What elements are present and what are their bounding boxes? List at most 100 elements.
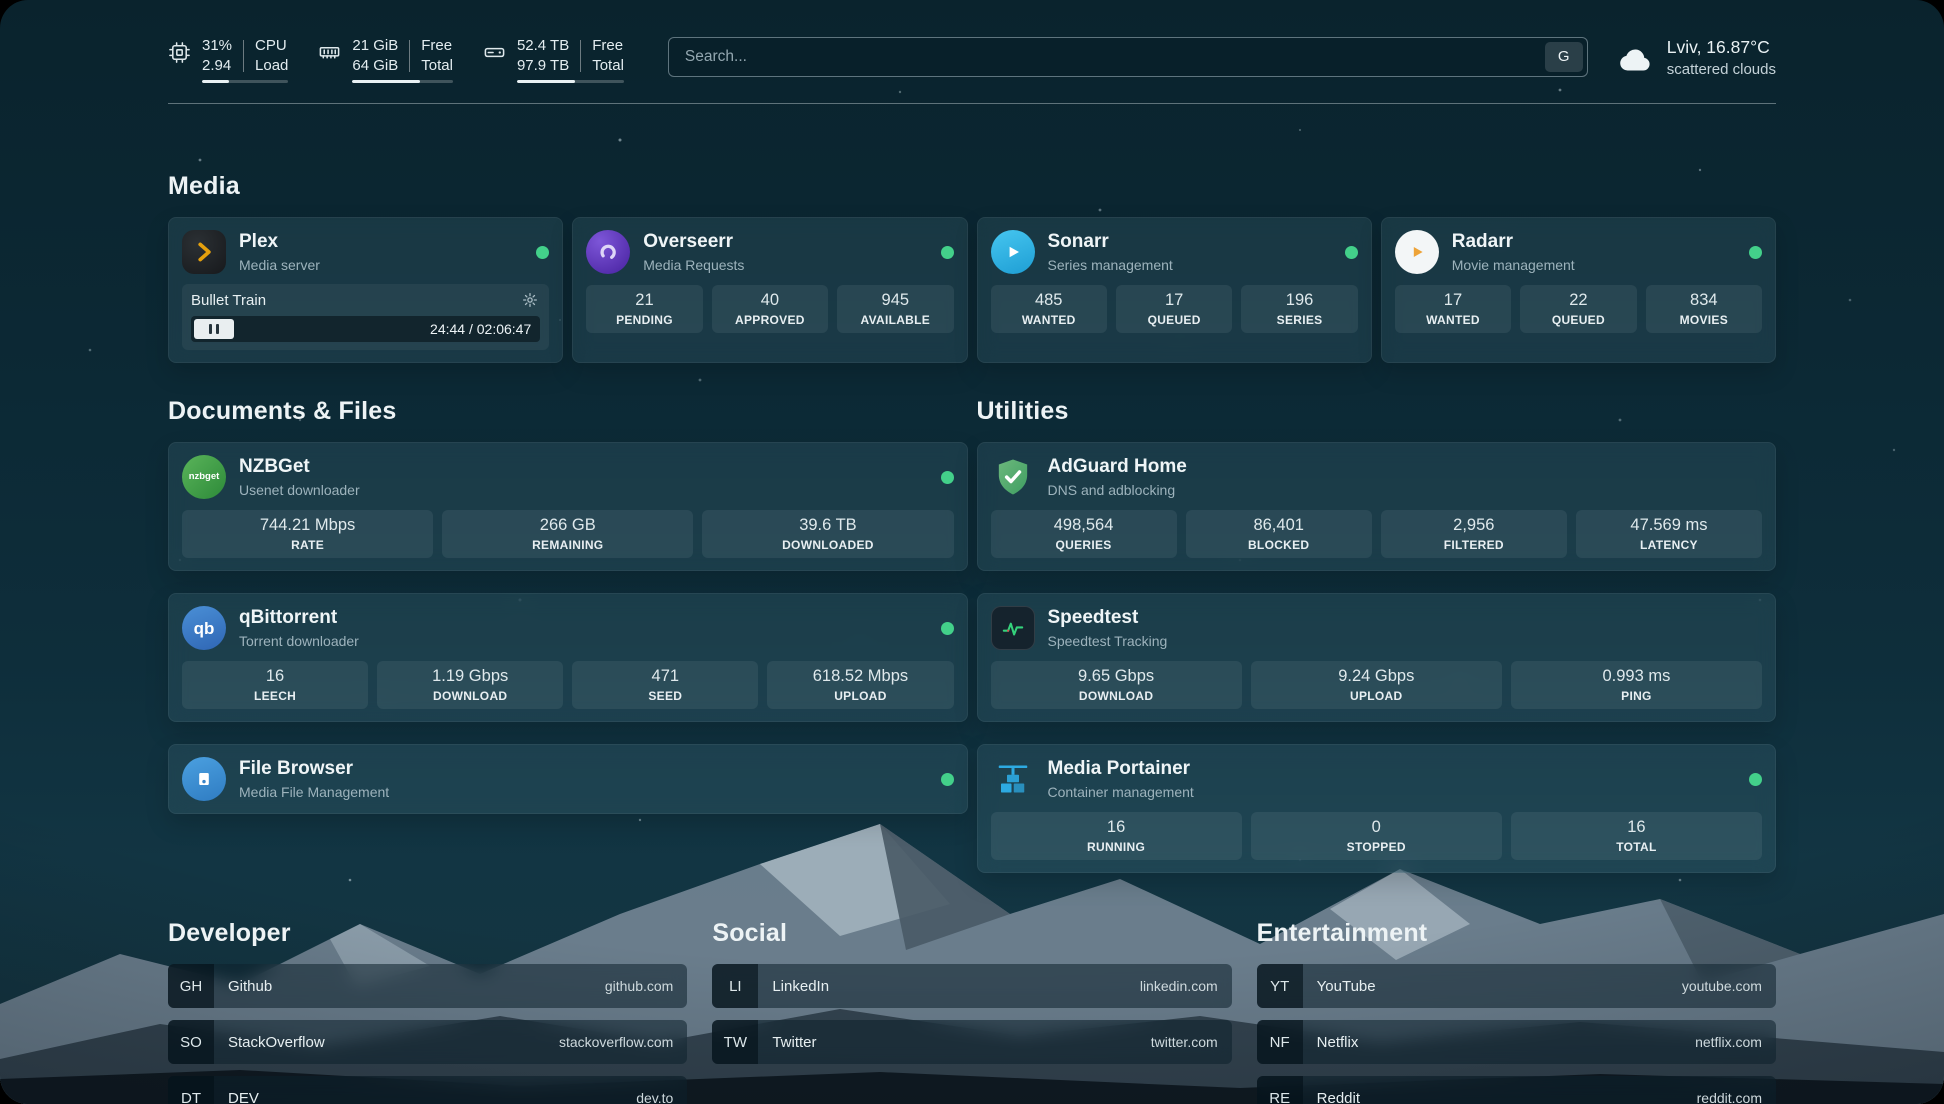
stat-value: 2,956: [1385, 516, 1563, 535]
app-card-adguard[interactable]: AdGuard Home DNS and adblocking 498,564 …: [977, 442, 1777, 571]
nzbget-icon: nzbget: [182, 455, 226, 499]
stat-box: 16 LEECH: [182, 661, 368, 709]
link-netflix[interactable]: NF Netflix netflix.com: [1257, 1020, 1776, 1064]
hard-drive-icon: [483, 41, 506, 64]
link-url: stackoverflow.com: [559, 1034, 687, 1050]
radarr-icon: [1395, 230, 1439, 274]
stat-box: 266 GB REMAINING: [442, 510, 693, 558]
app-card-plex[interactable]: Plex Media server Bullet Train: [168, 217, 563, 363]
stat-label: REMAINING: [446, 538, 689, 552]
stat-value: 266 GB: [446, 516, 689, 535]
top-bar: 31% 2.94 CPU Load: [168, 36, 1776, 83]
link-linkedin[interactable]: LI LinkedIn linkedin.com: [712, 964, 1231, 1008]
storage-usage-bar: [517, 80, 624, 83]
app-name: Plex: [239, 231, 320, 254]
app-card-portainer[interactable]: Media Portainer Container management 16 …: [977, 744, 1777, 873]
link-reddit[interactable]: RE Reddit reddit.com: [1257, 1076, 1776, 1104]
storage-monitor: 52.4 TB 97.9 TB Free Total: [483, 36, 624, 83]
search-engine-button[interactable]: G: [1545, 42, 1583, 72]
cpu-percent: 31%: [202, 36, 232, 56]
memory-total-value: 64 GiB: [352, 56, 398, 76]
stat-box: 47.569 ms LATENCY: [1576, 510, 1762, 558]
github-icon: GH: [168, 964, 214, 1008]
link-github[interactable]: GH Github github.com: [168, 964, 687, 1008]
speedtest-icon: [991, 606, 1035, 650]
app-card-speedtest[interactable]: Speedtest Speedtest Tracking 9.65 Gbps D…: [977, 593, 1777, 722]
cpu-icon: [168, 41, 191, 64]
filebrowser-icon: [182, 757, 226, 801]
app-description: Container management: [1048, 784, 1194, 800]
stat-box: 86,401 BLOCKED: [1186, 510, 1372, 558]
adguard-icon: [991, 455, 1035, 499]
stat-value: 1.19 Gbps: [381, 667, 559, 686]
divider: [580, 40, 581, 72]
link-stackoverflow[interactable]: SO StackOverflow stackoverflow.com: [168, 1020, 687, 1064]
now-playing-title: Bullet Train: [191, 292, 266, 309]
section-title-entertainment: Entertainment: [1257, 919, 1776, 948]
app-card-nzbget[interactable]: nzbget NZBGet Usenet downloader 744.21 M…: [168, 442, 968, 571]
stat-value: 0.993 ms: [1515, 667, 1758, 686]
storage-free-value: 52.4 TB: [517, 36, 569, 56]
stat-box: 834 MOVIES: [1646, 285, 1762, 333]
stat-value: 16: [186, 667, 364, 686]
link-url: twitter.com: [1151, 1034, 1232, 1050]
stat-label: DOWNLOAD: [381, 689, 559, 703]
stat-label: QUEUED: [1120, 313, 1228, 327]
app-card-sonarr[interactable]: Sonarr Series management 485 WANTED 17 Q…: [977, 217, 1372, 363]
app-card-overseerr[interactable]: Overseerr Media Requests 21 PENDING 40 A…: [572, 217, 967, 363]
playback-bar: 24:44 / 02:06:47: [191, 316, 540, 342]
stat-label: DOWNLOADED: [706, 538, 949, 552]
links-social: Social LI LinkedIn linkedin.com TW Twitt…: [712, 919, 1231, 1104]
stat-box: 17 WANTED: [1395, 285, 1511, 333]
memory-label-top: Free: [421, 36, 453, 56]
pause-button[interactable]: [194, 319, 234, 339]
link-youtube[interactable]: YT YouTube youtube.com: [1257, 964, 1776, 1008]
stat-value: 498,564: [995, 516, 1173, 535]
stat-box: 16 TOTAL: [1511, 812, 1762, 860]
app-card-radarr[interactable]: Radarr Movie management 17 WANTED 22 QUE…: [1381, 217, 1776, 363]
stat-box: 40 APPROVED: [712, 285, 828, 333]
section-title-developer: Developer: [168, 919, 687, 948]
stat-value: 485: [995, 291, 1103, 310]
stat-box: 9.24 Gbps UPLOAD: [1251, 661, 1502, 709]
stat-value: 196: [1245, 291, 1353, 310]
memory-label-bottom: Total: [421, 56, 453, 76]
portainer-icon: [991, 757, 1035, 801]
linkedin-icon: LI: [712, 964, 758, 1008]
links-entertainment: Entertainment YT YouTube youtube.com NF …: [1257, 919, 1776, 1104]
stat-box: 618.52 Mbps UPLOAD: [767, 661, 953, 709]
divider: [409, 40, 410, 72]
app-description: Speedtest Tracking: [1048, 633, 1168, 649]
app-name: Overseerr: [643, 231, 744, 254]
stat-label: WANTED: [995, 313, 1103, 327]
stat-box: 485 WANTED: [991, 285, 1107, 333]
plex-icon: [182, 230, 226, 274]
stat-value: 22: [1524, 291, 1632, 310]
app-description: Media Requests: [643, 257, 744, 273]
link-name: Github: [228, 978, 272, 995]
stat-label: LEECH: [186, 689, 364, 703]
memory-usage-bar: [352, 80, 453, 83]
stat-label: TOTAL: [1515, 840, 1758, 854]
stat-box: 22 QUEUED: [1520, 285, 1636, 333]
app-card-qbittorrent[interactable]: qb qBittorrent Torrent downloader 16 LEE…: [168, 593, 968, 722]
link-twitter[interactable]: TW Twitter twitter.com: [712, 1020, 1231, 1064]
stat-value: 9.24 Gbps: [1255, 667, 1498, 686]
app-card-filebrowser[interactable]: File Browser Media File Management: [168, 744, 968, 814]
link-name: Reddit: [1317, 1090, 1360, 1104]
cpu-label-bottom: Load: [255, 56, 288, 76]
stat-label: LATENCY: [1580, 538, 1758, 552]
link-dev[interactable]: DT DEV dev.to: [168, 1076, 687, 1104]
seek-track[interactable]: [234, 319, 430, 339]
stat-value: 945: [841, 291, 949, 310]
search-input[interactable]: [669, 48, 1545, 66]
twitter-icon: TW: [712, 1020, 758, 1064]
stat-box: 744.21 Mbps RATE: [182, 510, 433, 558]
stat-label: WANTED: [1399, 313, 1507, 327]
stat-box: 945 AVAILABLE: [837, 285, 953, 333]
memory-free-value: 21 GiB: [352, 36, 398, 56]
gear-icon[interactable]: [520, 290, 540, 310]
section-documents: Documents & Files nzbget NZBGet Usenet d…: [168, 397, 968, 814]
stat-value: 21: [590, 291, 698, 310]
stat-box: 498,564 QUERIES: [991, 510, 1177, 558]
